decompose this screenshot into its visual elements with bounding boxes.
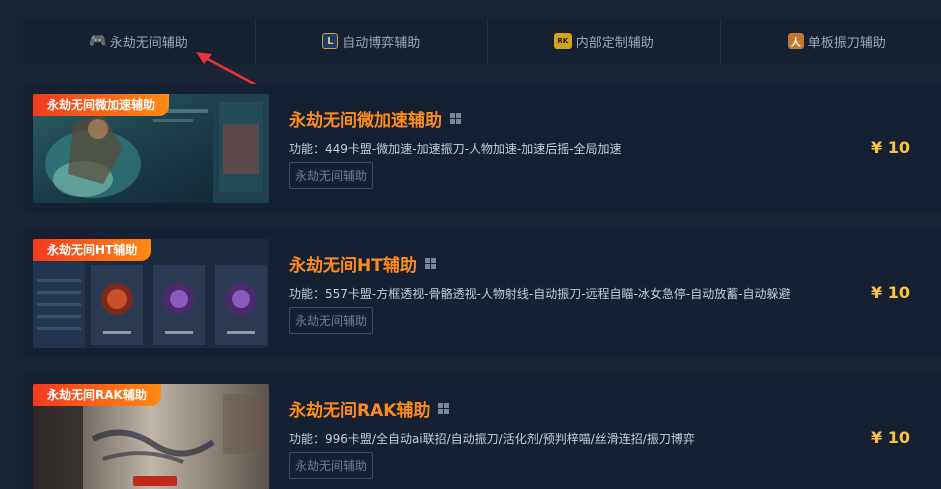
- rk-icon: RK: [553, 33, 572, 49]
- product-category-tag[interactable]: 永劫无间辅助: [289, 452, 374, 479]
- product-card[interactable]: 永劫无间微加速辅助 永劫无间微加速辅助 功能：449卡盟-微加速-加速振刀-人物…: [23, 84, 941, 213]
- product-thumbnail[interactable]: 永劫无间HT辅助: [33, 239, 269, 348]
- product-card[interactable]: 永劫无间HT辅助 永劫无间HT辅助 功能：557卡盟-方框透视-骨骼透视-人物射…: [23, 229, 941, 358]
- product-badge: 永劫无间RAK辅助: [33, 384, 161, 406]
- gamepad-icon: 🎮: [89, 33, 107, 49]
- product-price: ¥ 10: [871, 283, 910, 302]
- product-badge: 永劫无间HT辅助: [33, 239, 152, 261]
- product-category-tag[interactable]: 永劫无间辅助: [289, 307, 374, 334]
- tab-label: 内部定制辅助: [575, 35, 654, 51]
- product-description: 功能：557卡盟-方框透视-骨骼透视-人物射线-自动振刀-远程自瞄-冰女急停-自…: [289, 287, 791, 301]
- product-card[interactable]: 永劫无间RAK辅助 永劫无间RAK辅助 功能：996卡盟/全自动ai联招/自动振…: [23, 374, 941, 489]
- product-title[interactable]: 永劫无间HT辅助: [289, 251, 436, 276]
- product-title-text[interactable]: 永劫无间微加速辅助: [289, 106, 442, 131]
- tab-label: 自动博弈辅助: [342, 35, 421, 51]
- tab-custom[interactable]: RK 内部定制辅助: [488, 18, 721, 64]
- tab-parry[interactable]: 人 单板振刀辅助: [721, 18, 941, 64]
- product-title[interactable]: 永劫无间RAK辅助: [289, 396, 450, 421]
- product-title[interactable]: 永劫无间微加速辅助: [289, 106, 461, 131]
- tab-auto-game[interactable]: L 自动博弈辅助: [256, 18, 489, 64]
- product-thumbnail[interactable]: 永劫无间微加速辅助: [33, 94, 269, 203]
- product-price: ¥ 10: [871, 138, 910, 157]
- windows-icon: [438, 403, 450, 414]
- product-category-tag[interactable]: 永劫无间辅助: [289, 162, 374, 189]
- category-tabs: 🎮 永劫无间辅助 L 自动博弈辅助 RK 内部定制辅助 人 单板振刀辅助: [23, 18, 941, 64]
- product-title-text[interactable]: 永劫无间RAK辅助: [289, 396, 430, 421]
- character-icon: 人: [787, 33, 804, 49]
- tab-label: 单板振刀辅助: [807, 35, 886, 51]
- windows-icon: [424, 258, 436, 269]
- product-description: 功能：996卡盟/全自动ai联招/自动振刀/活化剂/预判梓喵/丝滑连招/振刀博弈: [289, 432, 695, 446]
- product-thumbnail[interactable]: 永劫无间RAK辅助: [33, 384, 269, 489]
- product-badge: 永劫无间微加速辅助: [33, 94, 170, 116]
- product-description: 功能：449卡盟-微加速-加速振刀-人物加速-加速后摇-全局加速: [289, 142, 622, 156]
- product-title-text[interactable]: 永劫无间HT辅助: [289, 251, 417, 276]
- tab-label: 永劫无间辅助: [109, 35, 188, 51]
- windows-icon: [450, 113, 461, 124]
- product-price: ¥ 10: [871, 428, 910, 447]
- lol-icon: L: [322, 33, 339, 49]
